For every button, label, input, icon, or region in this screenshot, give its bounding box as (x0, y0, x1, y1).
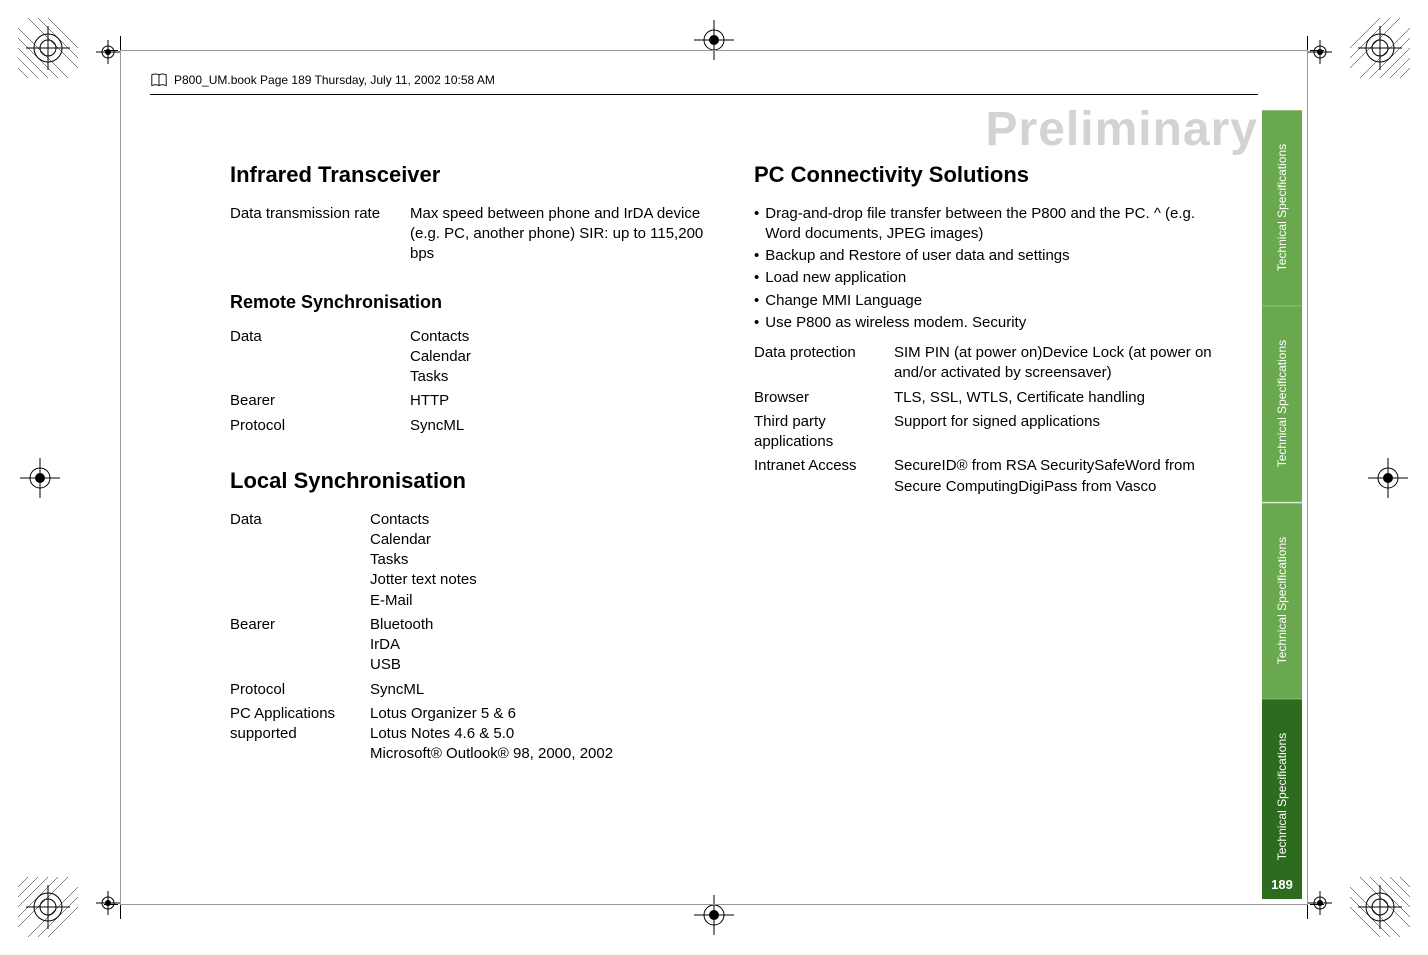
page-number: 189 (1262, 869, 1302, 899)
list-item: • Backup and Restore of user data and set… (754, 246, 1228, 266)
header-rule (150, 94, 1258, 95)
spec-key: Intranet Access (754, 456, 894, 497)
spec-row: Browser TLS, SSL, WTLS, Certificate hand… (754, 388, 1228, 408)
trim-mark-icon (1310, 904, 1324, 905)
right-column: PC Connectivity Solutions •Drag-and-drop… (754, 160, 1228, 865)
spec-key: Data (230, 327, 410, 388)
running-header: P800_UM.book Page 189 Thursday, July 11,… (150, 72, 495, 88)
watermark-text: Preliminary (986, 102, 1258, 157)
spec-key: Third party applications (754, 412, 894, 453)
spec-row: Data protection SIM PIN (at power on)Dev… (754, 343, 1228, 384)
spec-key: Data (230, 510, 370, 611)
spec-row: Intranet Access SecureID® from RSA Secur… (754, 456, 1228, 497)
spec-value: HTTP (410, 391, 704, 411)
running-header-text: P800_UM.book Page 189 Thursday, July 11,… (174, 73, 495, 87)
crop-mark-icon (96, 40, 120, 64)
section-title-local-sync: Local Synchronisation (230, 466, 704, 496)
list-item: • Use P800 as wireless modem. Security (754, 313, 1228, 333)
spec-value: Max speed between phone and IrDA device … (410, 204, 704, 265)
trim-mark-icon (120, 905, 121, 919)
bullet-icon: • (754, 246, 759, 266)
spec-row: Protocol SyncML (230, 416, 704, 436)
spec-key: Data protection (754, 343, 894, 384)
spec-key: PC Applications supported (230, 704, 370, 765)
list-item-text: Load new application (765, 268, 906, 288)
side-tab: Technical Specifications (1262, 306, 1302, 502)
spec-value: Contacts Calendar Tasks (410, 327, 704, 388)
crop-mark-icon (1308, 40, 1332, 64)
spec-key: Protocol (230, 416, 410, 436)
spec-row: Data transmission rate Max speed between… (230, 204, 704, 265)
spec-key: Bearer (230, 391, 410, 411)
trim-mark-icon (1310, 50, 1324, 51)
trim-mark-icon (104, 904, 118, 905)
spec-value: SecureID® from RSA SecuritySafeWord from… (894, 456, 1228, 497)
list-item-text: Change MMI Language (765, 291, 922, 311)
spec-value: Support for signed applications (894, 412, 1228, 453)
registration-mark-icon (18, 18, 78, 78)
spec-row: PC Applications supported Lotus Organize… (230, 704, 704, 765)
list-item: •Drag-and-drop file transfer between the… (754, 204, 1228, 245)
spec-value: SyncML (410, 416, 704, 436)
bullet-list: •Drag-and-drop file transfer between the… (754, 204, 1228, 334)
section-title-infrared: Infrared Transceiver (230, 160, 704, 190)
list-item-text: Drag-and-drop file transfer between the … (765, 204, 1228, 245)
spec-row: Protocol SyncML (230, 680, 704, 700)
spec-row: Data Contacts Calendar Tasks (230, 327, 704, 388)
bullet-icon: • (754, 291, 759, 311)
bullet-icon: • (754, 204, 759, 245)
spec-key: Protocol (230, 680, 370, 700)
side-tabs: Technical Specifications Technical Speci… (1262, 110, 1302, 895)
spec-value: SyncML (370, 680, 704, 700)
spec-value: Lotus Organizer 5 & 6 Lotus Notes 4.6 & … (370, 704, 704, 765)
trim-mark-icon (1307, 905, 1308, 919)
bullet-icon: • (754, 268, 759, 288)
spec-row: Bearer HTTP (230, 391, 704, 411)
spec-value: Bluetooth IrDA USB (370, 615, 704, 676)
spec-value: Contacts Calendar Tasks Jotter text note… (370, 510, 704, 611)
spec-value: SIM PIN (at power on)Device Lock (at pow… (894, 343, 1228, 384)
crop-mark-icon (96, 891, 120, 915)
section-title-remote-sync: Remote Synchronisation (230, 290, 704, 314)
registration-mark-icon (1350, 877, 1410, 937)
trim-mark-icon (1307, 36, 1308, 50)
crop-mark-icon (1368, 458, 1408, 498)
crop-mark-icon (20, 458, 60, 498)
spec-key: Data transmission rate (230, 204, 410, 265)
spec-key: Browser (754, 388, 894, 408)
bullet-icon: • (754, 313, 759, 333)
spec-row: Bearer Bluetooth IrDA USB (230, 615, 704, 676)
side-tab: Technical Specifications (1262, 699, 1302, 895)
section-title-pc-connectivity: PC Connectivity Solutions (754, 160, 1228, 190)
list-item: • Load new application (754, 268, 1228, 288)
crop-mark-icon (1308, 891, 1332, 915)
list-item-text: Use P800 as wireless modem. Security (765, 313, 1026, 333)
registration-mark-icon (18, 877, 78, 937)
side-tab: Technical Specifications (1262, 110, 1302, 306)
left-column: Infrared Transceiver Data transmission r… (230, 160, 704, 865)
trim-mark-icon (104, 50, 118, 51)
registration-mark-icon (1350, 18, 1410, 78)
list-item: • Change MMI Language (754, 291, 1228, 311)
spec-row: Data Contacts Calendar Tasks Jotter text… (230, 510, 704, 611)
spec-key: Bearer (230, 615, 370, 676)
side-tab: Technical Specifications (1262, 503, 1302, 699)
book-icon (150, 72, 168, 88)
spec-row: Third party applications Support for sig… (754, 412, 1228, 453)
list-item-text: Backup and Restore of user data and sett… (765, 246, 1069, 266)
trim-mark-icon (120, 36, 121, 50)
content-area: Infrared Transceiver Data transmission r… (230, 160, 1228, 865)
spec-value: TLS, SSL, WTLS, Certificate handling (894, 388, 1228, 408)
